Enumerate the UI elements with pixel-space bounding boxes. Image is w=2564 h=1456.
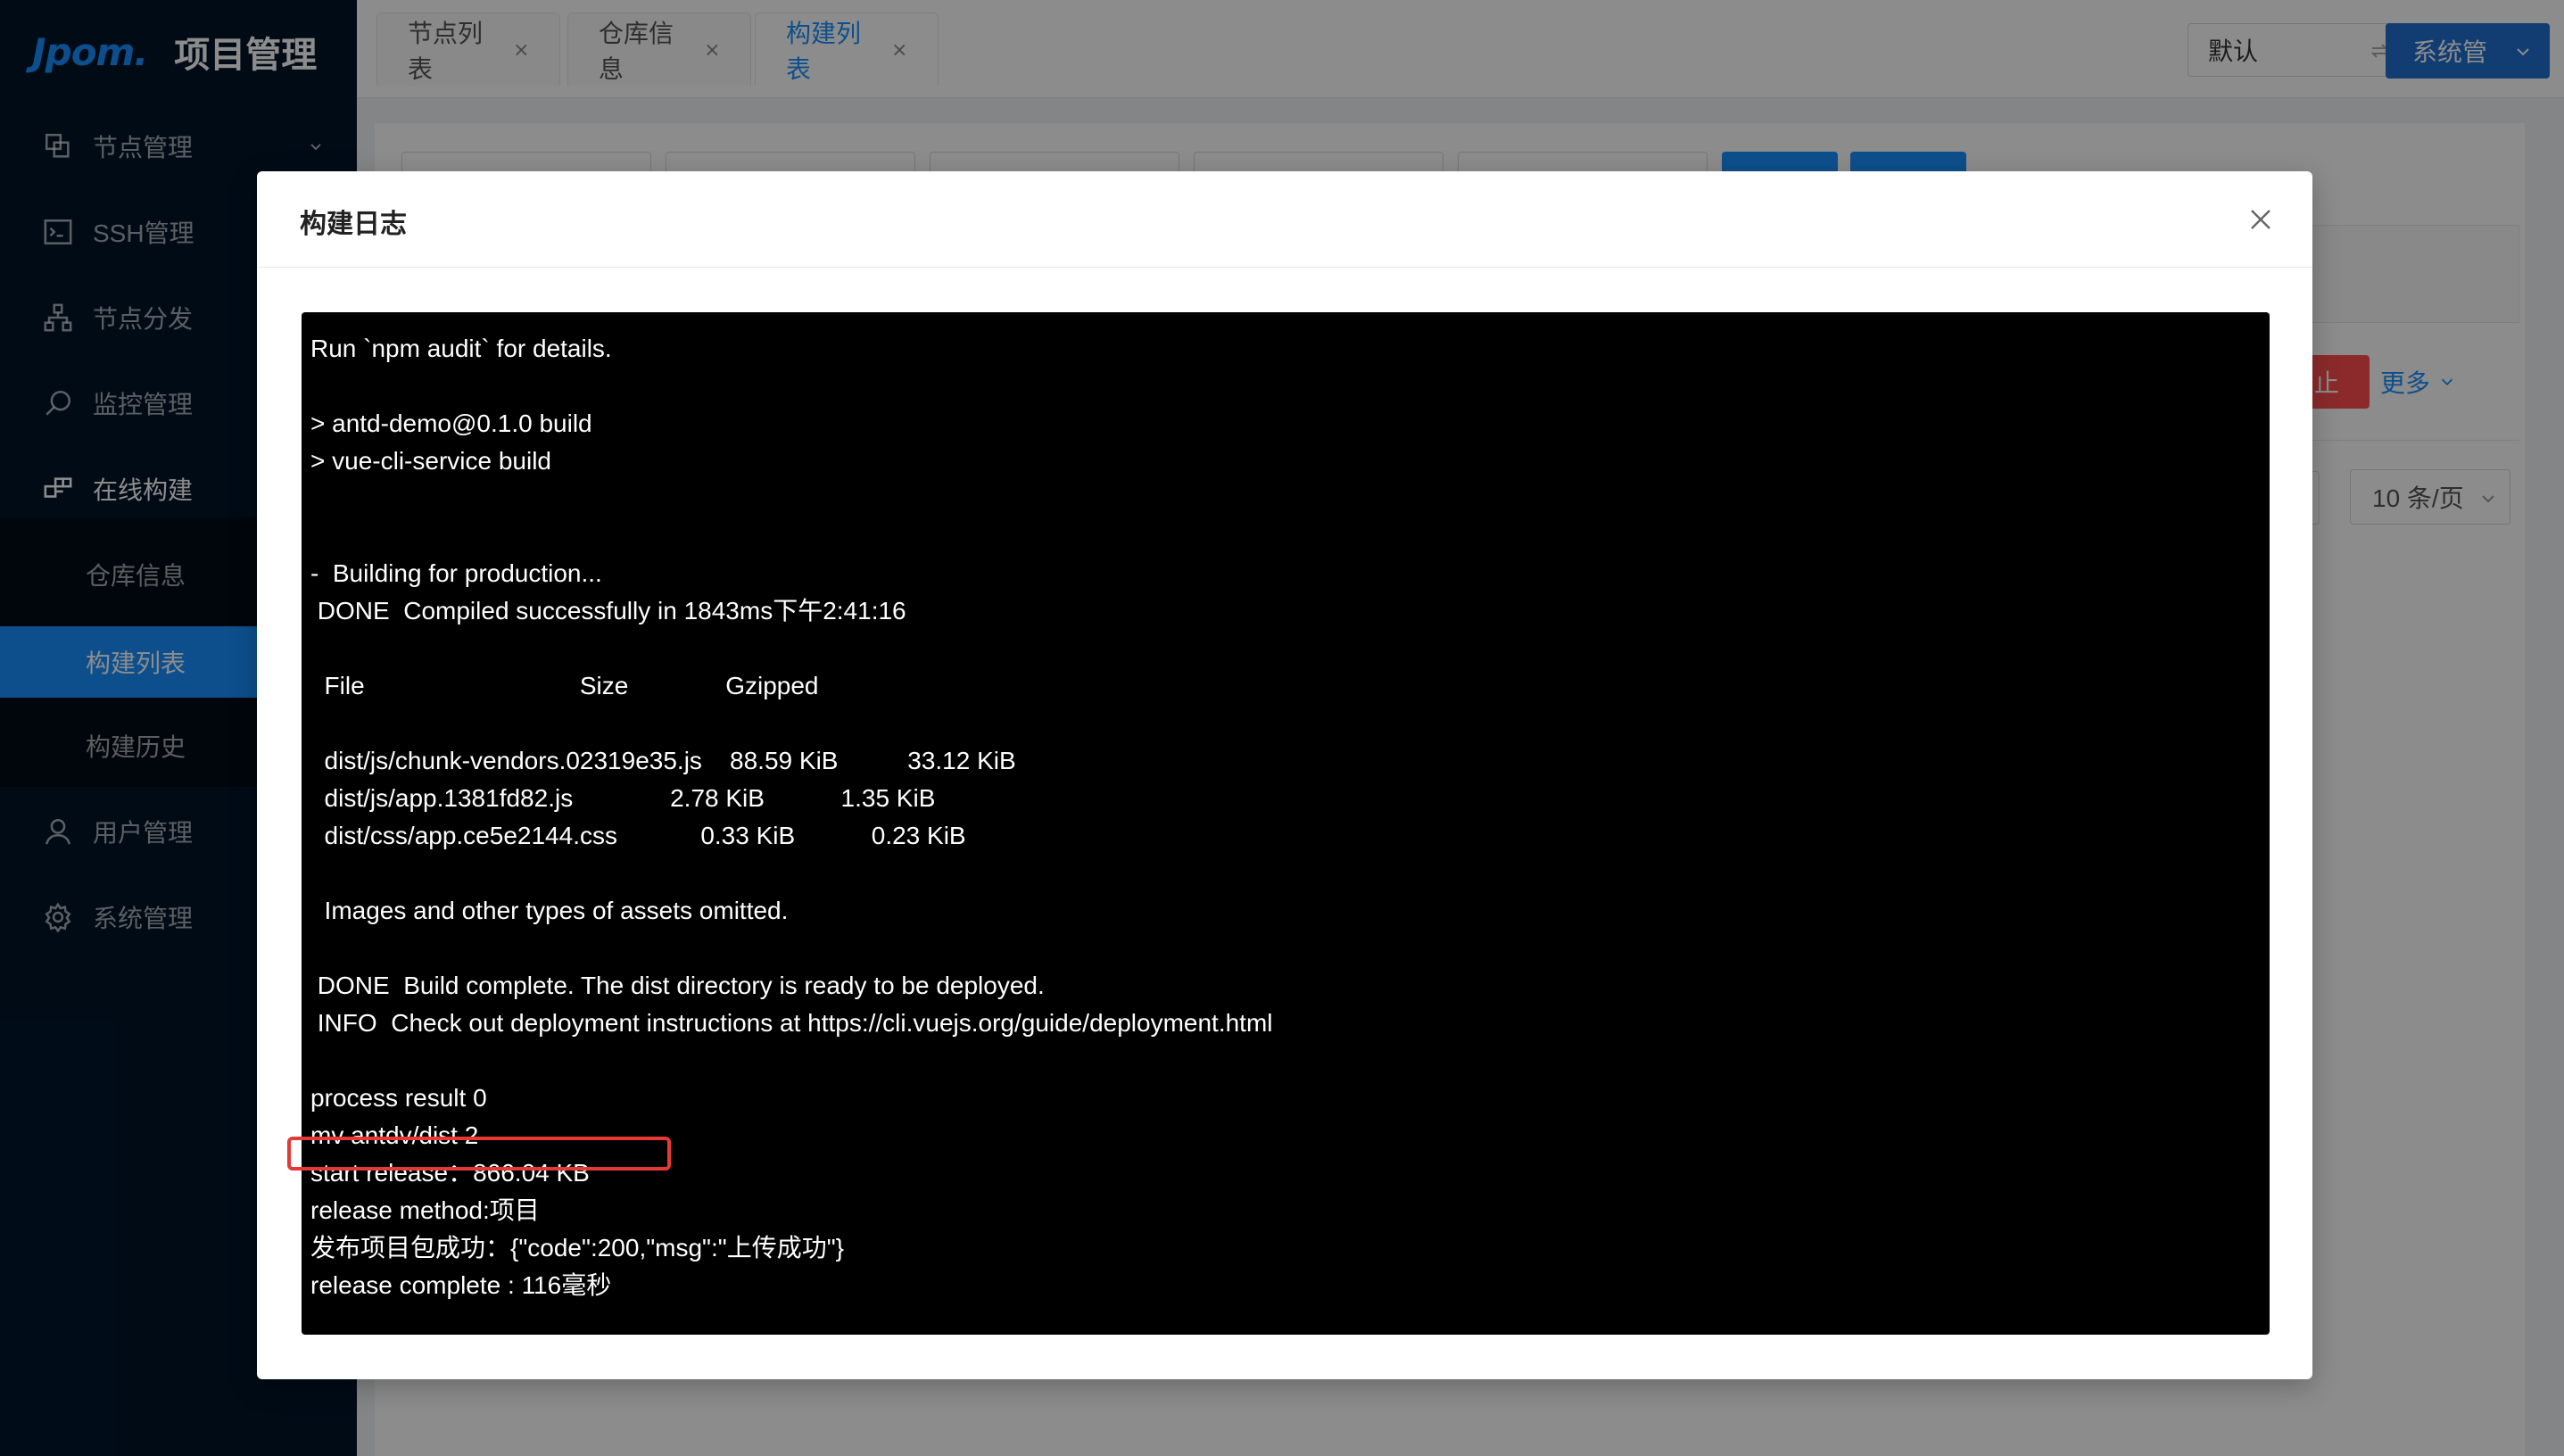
- log-line: release method:项目: [310, 1196, 540, 1224]
- modal-header: 构建日志: [257, 171, 2312, 268]
- log-line: process result 0: [310, 1084, 487, 1112]
- log-line: 发布项目包成功：{"code":200,"msg":"上传成功"}: [310, 1234, 845, 1262]
- log-line: - Building for production...: [310, 559, 602, 587]
- log-line: release complete : 116毫秒: [310, 1271, 612, 1299]
- log-line: Images and other types of assets omitted…: [310, 897, 789, 924]
- log-line: DONE Build complete. The dist directory …: [310, 972, 1045, 999]
- build-log-modal: 构建日志 Run `npm audit` for details. > antd-…: [257, 171, 2312, 1379]
- log-line: Run `npm audit` for details.: [310, 335, 612, 362]
- log-line: DONE Compiled successfully in 1843ms下午2:…: [310, 597, 906, 625]
- highlight-box: [287, 1137, 671, 1171]
- log-line: File Size Gzipped: [310, 672, 819, 699]
- log-line: dist/js/app.1381fd82.js 2.78 KiB 1.35 Ki…: [310, 784, 936, 812]
- log-line: INFO Check out deployment instructions a…: [310, 1009, 1273, 1037]
- close-icon[interactable]: [2248, 207, 2273, 232]
- modal-title: 构建日志: [300, 210, 407, 239]
- log-console[interactable]: Run `npm audit` for details. > antd-demo@…: [302, 312, 2270, 1335]
- log-line: > vue-cli-service build: [310, 447, 551, 475]
- log-line: > antd-demo@0.1.0 build: [310, 410, 592, 437]
- log-line: dist/js/chunk-vendors.02319e35.js 88.59 …: [310, 747, 1016, 774]
- log-line: dist/css/app.ce5e2144.css 0.33 KiB 0.23 …: [310, 822, 966, 849]
